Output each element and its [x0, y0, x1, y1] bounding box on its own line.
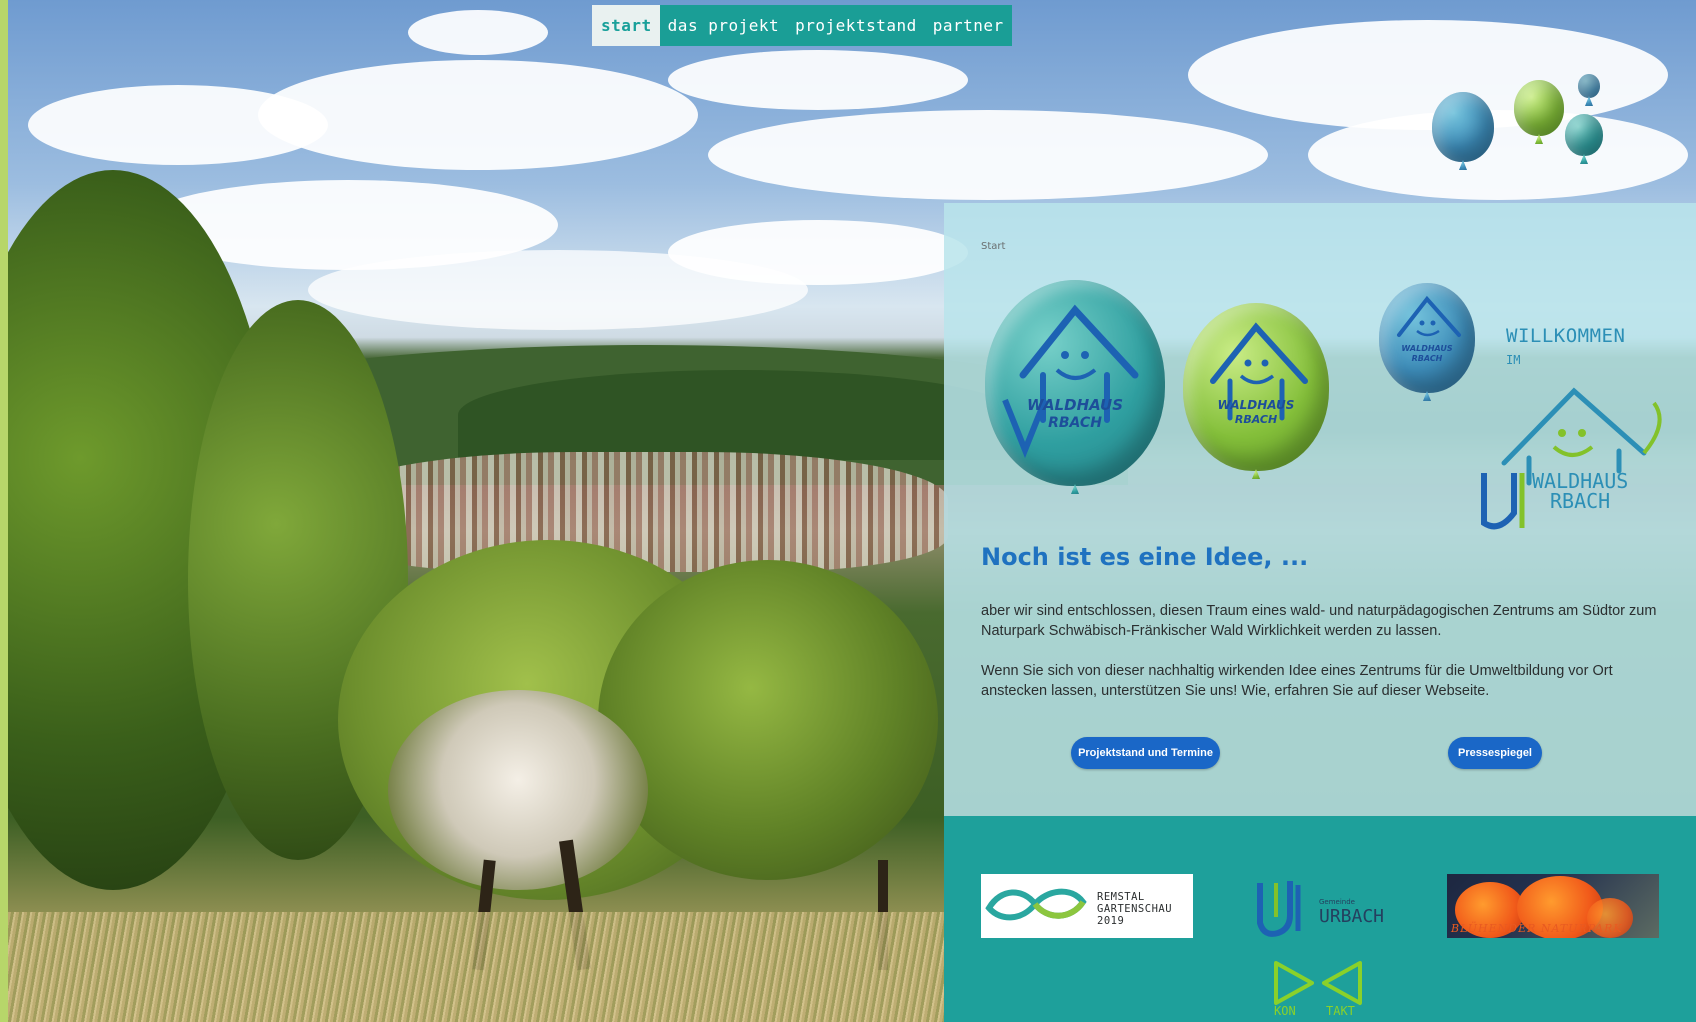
- remstal-line-3: 2019: [1097, 915, 1125, 927]
- smiley-house-icon: [1397, 295, 1461, 337]
- remstal-line-1: REMSTAL: [1097, 891, 1145, 903]
- welcome-title: WILLKOMMEN: [1506, 325, 1626, 347]
- bluehender-naturpark-text: BLÜHENDER NATURPARK: [1451, 922, 1623, 935]
- meadow: [8, 912, 958, 1022]
- urbach-u-icon: [1257, 881, 1301, 937]
- cloud: [668, 50, 968, 110]
- kontakt-arrows-icon: [1274, 961, 1362, 1005]
- welcome-logo: WILLKOMMEN IM WALDHAUS RBACH: [1474, 323, 1674, 623]
- waldhaus-balloon-small: WALDHAUS RBACH: [1379, 283, 1475, 393]
- kontakt-part-1: KON: [1274, 1004, 1296, 1018]
- nav-item-das-projekt[interactable]: das projekt: [660, 5, 787, 46]
- balloon-logo-icon: [1565, 114, 1603, 156]
- partner-footer: REMSTAL GARTENSCHAU 2019 Gemeinde URBACH…: [944, 816, 1696, 1022]
- cloud: [408, 10, 548, 55]
- welcome-name: WALDHAUS RBACH: [1532, 471, 1628, 511]
- kontakt-part-2: TAKT: [1326, 1004, 1355, 1018]
- urbach-gemeinde: Gemeinde: [1319, 898, 1355, 906]
- remstal-gartenschau-logo[interactable]: REMSTAL GARTENSCHAU 2019: [981, 874, 1193, 938]
- waldhaus-balloon-medium: WALDHAUS RBACH: [1183, 303, 1329, 471]
- tree: [598, 560, 938, 880]
- projektstand-termine-button[interactable]: Projektstand und Termine: [1071, 737, 1220, 769]
- intro-panel: Start WALDHAUS RBACH WALDHAUS RBACH WALD…: [944, 203, 1696, 816]
- nav-item-projektstand[interactable]: projektstand: [787, 5, 925, 46]
- village: [328, 452, 948, 572]
- balloon-word-2: RBACH: [1234, 413, 1278, 426]
- cloud: [1308, 110, 1688, 200]
- remstal-text: REMSTAL GARTENSCHAU 2019: [1097, 891, 1172, 927]
- breadcrumb: Start: [981, 241, 1006, 252]
- balloon-word-2: RBACH: [1048, 415, 1102, 431]
- urbach-name: URBACH: [1319, 906, 1385, 927]
- smiley-house-icon: [1210, 322, 1308, 421]
- nav-item-partner[interactable]: partner: [925, 5, 1012, 46]
- blossom-tree: [388, 690, 648, 890]
- smiley-house-icon: [1002, 304, 1139, 459]
- forest-hill: [458, 370, 1018, 460]
- welcome-name-line1: WALDHAUS: [1532, 469, 1629, 493]
- remstal-line-2: GARTENSCHAU: [1097, 903, 1173, 915]
- infinity-icon: [985, 888, 1087, 921]
- balloon-icon: [1578, 74, 1600, 98]
- cloud: [708, 110, 1268, 200]
- cloud: [28, 85, 328, 165]
- intro-paragraph-1: aber wir sind entschlossen, diesen Traum…: [981, 603, 1657, 639]
- balloon-logo-icon: [1514, 80, 1564, 136]
- page-headline: Noch ist es eine Idee, ...: [981, 543, 1309, 571]
- welcome-name-line2: RBACH: [1550, 489, 1611, 513]
- pressespiegel-button[interactable]: Pressespiegel: [1448, 737, 1542, 769]
- balloon-word-1: WALDHAUS: [1401, 344, 1453, 353]
- cloud: [308, 250, 808, 330]
- balloon-word-2: RBACH: [1411, 354, 1443, 363]
- balloon-word-1: WALDHAUS: [1026, 396, 1124, 414]
- balloon-logo-icon: [1432, 92, 1494, 162]
- bluehender-naturpark-logo[interactable]: BLÜHENDER NATURPARK: [1447, 874, 1659, 938]
- nav-item-start[interactable]: start: [592, 5, 660, 46]
- kontakt-link[interactable]: KON TAKT: [1270, 959, 1366, 1019]
- balloon-word-1: WALDHAUS: [1217, 398, 1295, 412]
- waldhaus-balloon-large: WALDHAUS RBACH: [985, 280, 1165, 486]
- main-navigation: start das projekt projektstand partner: [592, 5, 1012, 46]
- gemeinde-urbach-logo[interactable]: Gemeinde URBACH: [1246, 871, 1396, 941]
- intro-paragraph-2: Wenn Sie sich von dieser nachhaltig wirk…: [981, 663, 1613, 699]
